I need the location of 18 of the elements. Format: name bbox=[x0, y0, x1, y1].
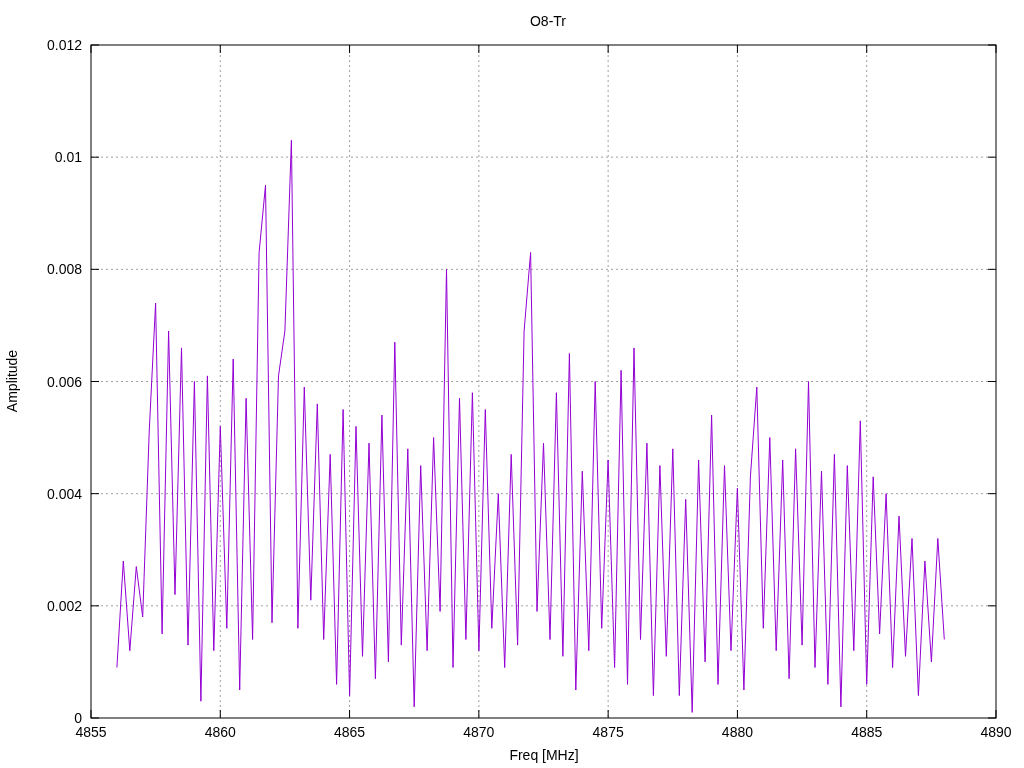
x-tick-label: 4860 bbox=[204, 724, 236, 740]
x-tick-label: 4890 bbox=[980, 724, 1012, 740]
x-axis-label: Freq [MHz] bbox=[509, 747, 579, 763]
x-tick-label: 4870 bbox=[463, 724, 495, 740]
y-tick-label: 0.006 bbox=[46, 373, 82, 390]
y-tick-label: 0.004 bbox=[46, 485, 82, 502]
x-tick-label: 4885 bbox=[851, 724, 883, 740]
y-tick-label: 0.002 bbox=[46, 597, 82, 614]
x-tick-label: 4875 bbox=[592, 724, 624, 740]
x-tick-label: 4855 bbox=[75, 724, 107, 740]
y-tick-label: 0.008 bbox=[46, 261, 82, 278]
y-axis-label: Amplitude bbox=[4, 349, 20, 413]
x-tick-label: 4880 bbox=[721, 724, 753, 740]
x-tick-label: 4865 bbox=[334, 724, 366, 740]
y-tick-label: 0.012 bbox=[46, 37, 82, 53]
chart-title: O8-Tr bbox=[530, 13, 566, 29]
y-tick-label: 0.01 bbox=[54, 149, 82, 166]
y-tick-label: 0 bbox=[74, 710, 82, 726]
